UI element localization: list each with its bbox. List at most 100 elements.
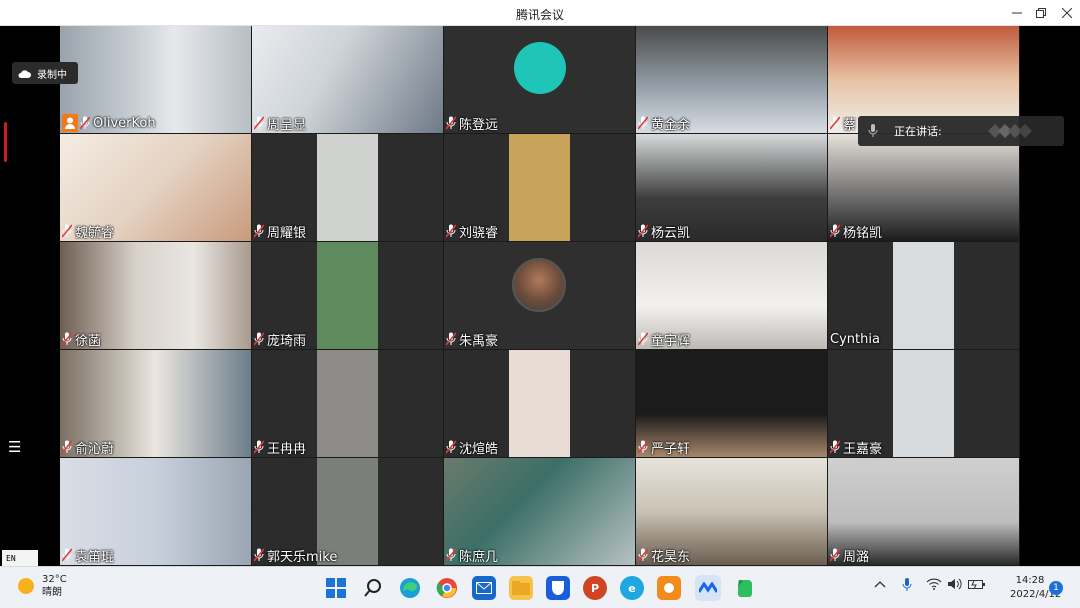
start-icon[interactable] xyxy=(324,576,348,600)
participant-tile[interactable]: 朱禹豪 xyxy=(444,242,635,349)
participant-tile[interactable]: 王嘉豪 xyxy=(828,350,1019,457)
participant-name: 陈庶几 xyxy=(459,549,499,565)
close-button[interactable] xyxy=(1052,0,1080,26)
participant-tile[interactable]: 周呈显 xyxy=(252,26,443,133)
weather-desc: 晴朗 xyxy=(42,587,62,598)
microphone-icon xyxy=(868,124,878,137)
participant-tile[interactable]: 周潞 xyxy=(828,458,1019,565)
microphone-muted-icon xyxy=(830,224,840,238)
participant-tile[interactable]: 刘骁睿 xyxy=(444,134,635,241)
weather-widget[interactable]: 32°C 晴朗 xyxy=(18,573,67,599)
sun-icon xyxy=(18,578,34,594)
participant-name-tag: 陈登远 xyxy=(444,113,502,133)
participant-name-tag: 郭天乐mike xyxy=(252,545,341,565)
weather-temp: 32°C xyxy=(42,574,67,585)
participant-name: 王冉冉 xyxy=(267,441,307,457)
powerpoint-icon[interactable]: P xyxy=(583,576,607,600)
clock-time: 14:28 xyxy=(1015,575,1045,586)
microphone-muted-icon xyxy=(830,548,840,562)
edge-icon[interactable] xyxy=(398,576,422,600)
minimize-icon xyxy=(1012,12,1022,14)
bitwarden-icon[interactable] xyxy=(546,576,570,600)
recording-indicator[interactable]: 录制中 xyxy=(12,62,78,84)
notification-badge[interactable]: 1 xyxy=(1049,581,1063,595)
tencent-meeting-icon[interactable] xyxy=(695,575,721,601)
system-clock[interactable]: 14:28 2022/4/12 xyxy=(1010,574,1062,602)
participant-name-tag: OliverKoh xyxy=(60,113,160,133)
video-grid: OliverKoh 周呈显 陈登远 黄金余 蔡魏毓睿 周耀银 刘骁睿 杨云凯 杨铭凯 徐菡 庞琦雨 朱… xyxy=(60,26,1020,566)
meeting-area: 录制中 ☰ EN OliverKoh 周呈显 陈登远 黄金余 蔡魏毓睿 周耀银 刘骁睿 杨云凯… xyxy=(0,26,1080,566)
participant-name-tag: 俞沁蔚 xyxy=(60,437,118,457)
taskbar: 32°C 晴朗 P e 14:28 2022/4/12 1 xyxy=(0,566,1080,608)
participant-tile[interactable]: 杨云凯 xyxy=(636,134,827,241)
microphone-muted-icon xyxy=(62,548,72,562)
participant-name: 刘骁睿 xyxy=(459,225,499,241)
microphone-muted-icon xyxy=(254,440,264,454)
files-icon[interactable] xyxy=(509,576,533,600)
participant-name-tag: 徐菡 xyxy=(60,329,105,349)
participant-tile[interactable]: 郭天乐mike xyxy=(252,458,443,565)
participant-tile[interactable]: 杨铭凯 xyxy=(828,134,1019,241)
participant-name: 花昊东 xyxy=(651,549,691,565)
battery-icon[interactable] xyxy=(968,578,986,593)
participant-tile[interactable]: OliverKoh xyxy=(60,26,251,133)
participant-tile[interactable]: 俞沁蔚 xyxy=(60,350,251,457)
microphone-muted-icon xyxy=(446,548,456,562)
participant-tile[interactable]: 周耀银 xyxy=(252,134,443,241)
participant-name-tag: 沈煊皓 xyxy=(444,437,502,457)
window-title: 腾讯会议 xyxy=(515,8,564,22)
search-icon[interactable] xyxy=(361,576,385,600)
participant-name: 杨云凯 xyxy=(651,225,691,241)
participant-name: 黄金余 xyxy=(651,117,691,133)
participant-tile[interactable]: 庞琦雨 xyxy=(252,242,443,349)
microphone-muted-icon xyxy=(446,116,456,130)
participant-name: 朱禹豪 xyxy=(459,333,499,349)
participant-tile[interactable]: 陈登远 xyxy=(444,26,635,133)
list-icon[interactable]: ☰ xyxy=(8,440,26,455)
microphone-muted-icon xyxy=(254,116,264,130)
participant-tile[interactable]: 徐菡 xyxy=(60,242,251,349)
clock-date: 2022/4/12 xyxy=(1010,589,1062,600)
participant-name: 周呈显 xyxy=(267,117,307,133)
recording-label: 录制中 xyxy=(37,69,67,81)
participant-name-tag: 童宇辉 xyxy=(636,329,694,349)
participant-name: 王嘉豪 xyxy=(843,441,883,457)
microphone-muted-icon xyxy=(638,116,648,130)
participant-name-tag: 周呈显 xyxy=(252,113,310,133)
microphone-muted-icon xyxy=(638,548,648,562)
mail-icon[interactable] xyxy=(472,576,496,600)
microphone-tray-icon[interactable] xyxy=(902,578,912,595)
input-method-indicator[interactable]: EN xyxy=(2,550,38,566)
wifi-icon[interactable] xyxy=(926,578,942,593)
chevron-up-icon[interactable] xyxy=(874,578,886,592)
participant-tile[interactable]: 陈庶几 xyxy=(444,458,635,565)
microphone-muted-icon xyxy=(62,224,72,238)
participant-name: 周潞 xyxy=(843,549,870,565)
right-rail xyxy=(1020,26,1080,566)
participant-tile[interactable]: 魏毓睿 xyxy=(60,134,251,241)
participant-name-tag: 杨云凯 xyxy=(636,221,694,241)
participant-name: 童宇辉 xyxy=(651,333,691,349)
participant-tile[interactable]: 王冉冉 xyxy=(252,350,443,457)
participant-tile[interactable]: 严子轩 xyxy=(636,350,827,457)
microphone-muted-icon xyxy=(638,440,648,454)
participant-name: 庞琦雨 xyxy=(267,333,307,349)
participant-tile[interactable]: 童宇辉 xyxy=(636,242,827,349)
participant-tile[interactable]: Cynthia xyxy=(828,242,1019,349)
ie-icon[interactable]: e xyxy=(620,576,644,600)
participant-name-tag: 王冉冉 xyxy=(252,437,310,457)
participant-name: 俞沁蔚 xyxy=(75,441,115,457)
microphone-muted-icon xyxy=(62,332,72,346)
volume-icon[interactable] xyxy=(947,578,963,593)
evernote-icon[interactable] xyxy=(732,576,756,600)
participant-tile[interactable]: 袁笛琨 xyxy=(60,458,251,565)
chrome-icon[interactable] xyxy=(435,576,459,600)
participant-name: 杨铭凯 xyxy=(843,225,883,241)
orange-app-icon[interactable] xyxy=(657,576,681,600)
side-handle[interactable] xyxy=(4,122,7,162)
participant-tile[interactable]: 沈煊皓 xyxy=(444,350,635,457)
participant-tile[interactable]: 花昊东 xyxy=(636,458,827,565)
avatar xyxy=(512,258,566,312)
participant-name-tag: 周耀银 xyxy=(252,221,310,241)
participant-tile[interactable]: 黄金余 xyxy=(636,26,827,133)
